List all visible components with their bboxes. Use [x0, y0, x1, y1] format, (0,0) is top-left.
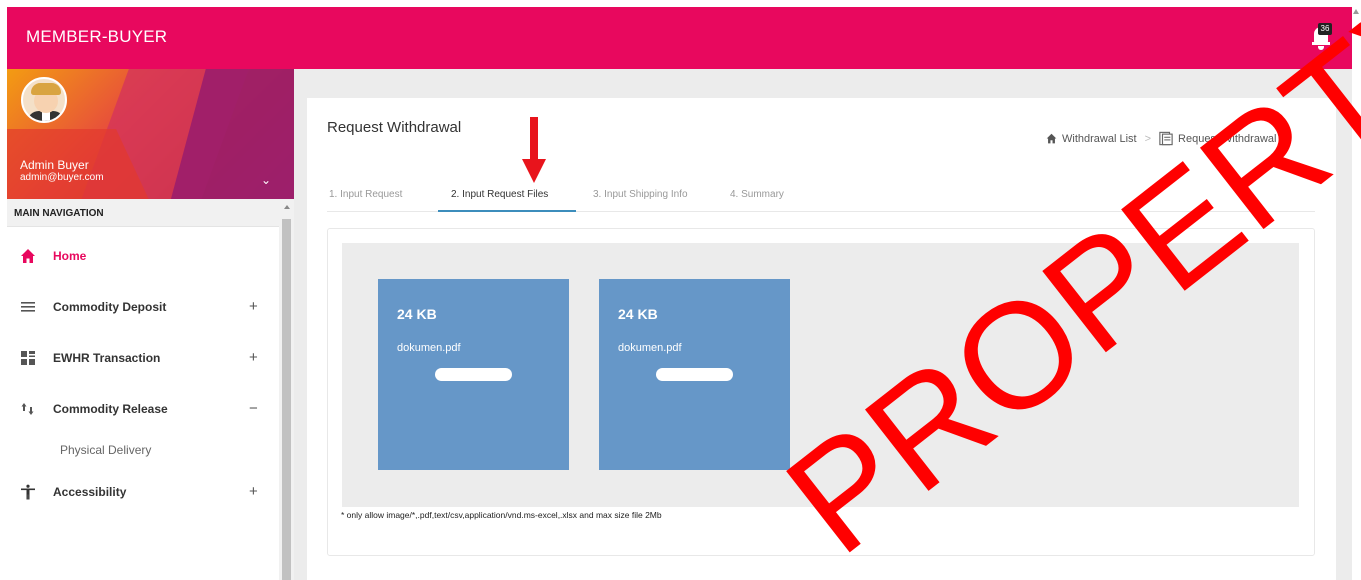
- page-title: Request Withdrawal: [327, 119, 462, 136]
- sidebar-item-label: EWHR Transaction: [53, 351, 161, 365]
- tab-summary[interactable]: 4. Summary: [730, 182, 800, 212]
- sidebar-item-commodity-deposit[interactable]: Commodity Deposit +: [7, 290, 279, 324]
- home-icon: [1046, 133, 1057, 144]
- avatar: [21, 77, 67, 123]
- sidebar-item-label: Physical Delivery: [60, 443, 152, 457]
- file-preview-card[interactable]: 24 KB dokumen.pdf: [378, 279, 569, 470]
- tab-input-shipping-info[interactable]: 3. Input Shipping Info: [593, 182, 713, 212]
- breadcrumb-current: Request Withdrawal: [1178, 132, 1277, 145]
- top-navbar: MEMBER-BUYER 36: [7, 7, 1352, 69]
- expand-icon[interactable]: +: [249, 349, 258, 366]
- file-name: dokumen.pdf: [397, 342, 461, 354]
- sort-arrows-icon: [21, 403, 34, 415]
- sidebar-item-ewhr-transaction[interactable]: EWHR Transaction +: [7, 341, 279, 375]
- notification-button[interactable]: 36: [1312, 23, 1334, 53]
- list-icon: [21, 302, 35, 312]
- expand-icon[interactable]: +: [249, 483, 258, 500]
- annotation-arrow-down-icon: [522, 117, 546, 183]
- grid-icon: [21, 351, 35, 365]
- sidebar-item-label: Commodity Release: [53, 402, 168, 416]
- user-panel: Admin Buyer admin@buyer.com ⌄: [7, 69, 294, 199]
- user-email: admin@buyer.com: [20, 172, 104, 183]
- page-scroll-up-arrow[interactable]: [1353, 9, 1359, 14]
- home-icon: [21, 249, 35, 263]
- file-name: dokumen.pdf: [618, 342, 682, 354]
- notification-badge: 36: [1318, 23, 1332, 35]
- breadcrumb-separator: >: [1144, 132, 1152, 145]
- file-size: 24 KB: [397, 306, 437, 322]
- file-preview-card[interactable]: 24 KB dokumen.pdf: [599, 279, 790, 470]
- breadcrumb: Withdrawal List > Request Withdrawal: [1046, 131, 1276, 146]
- tab-input-request[interactable]: 1. Input Request: [329, 182, 429, 212]
- accessibility-icon: [21, 484, 35, 500]
- sidebar: Admin Buyer admin@buyer.com ⌄ MAIN NAVIG…: [7, 69, 294, 580]
- chevron-down-icon[interactable]: ⌄: [261, 173, 271, 187]
- sidebar-item-home[interactable]: Home: [7, 239, 279, 273]
- sidebar-subitem-physical-delivery[interactable]: Physical Delivery: [7, 437, 279, 463]
- document-icon: [1159, 131, 1173, 146]
- sidebar-scrollbar-thumb[interactable]: [282, 219, 291, 580]
- sidebar-item-label: Commodity Deposit: [53, 300, 167, 314]
- tab-input-request-files[interactable]: 2. Input Request Files: [438, 182, 576, 212]
- collapse-icon[interactable]: −: [249, 400, 258, 417]
- sidebar-item-accessibility[interactable]: Accessibility +: [7, 475, 279, 509]
- file-type-note: * only allow image/*,.pdf,text/csv,appli…: [341, 510, 662, 520]
- upload-progress-bar: [435, 368, 512, 381]
- file-size: 24 KB: [618, 306, 658, 322]
- nav-section-header: MAIN NAVIGATION: [7, 199, 279, 227]
- breadcrumb-link-withdrawal-list[interactable]: Withdrawal List: [1062, 133, 1137, 145]
- upload-progress-bar: [656, 368, 733, 381]
- sidebar-item-commodity-release[interactable]: Commodity Release −: [7, 392, 279, 426]
- sidebar-item-label: Home: [53, 249, 87, 263]
- brand-title[interactable]: MEMBER-BUYER: [26, 27, 167, 47]
- wizard-tabs: 1. Input Request 2. Input Request Files …: [327, 182, 1315, 212]
- sidebar-item-label: Accessibility: [53, 485, 127, 499]
- expand-icon[interactable]: +: [249, 298, 258, 315]
- user-name: Admin Buyer: [20, 158, 89, 172]
- scroll-up-arrow-icon[interactable]: [284, 205, 290, 209]
